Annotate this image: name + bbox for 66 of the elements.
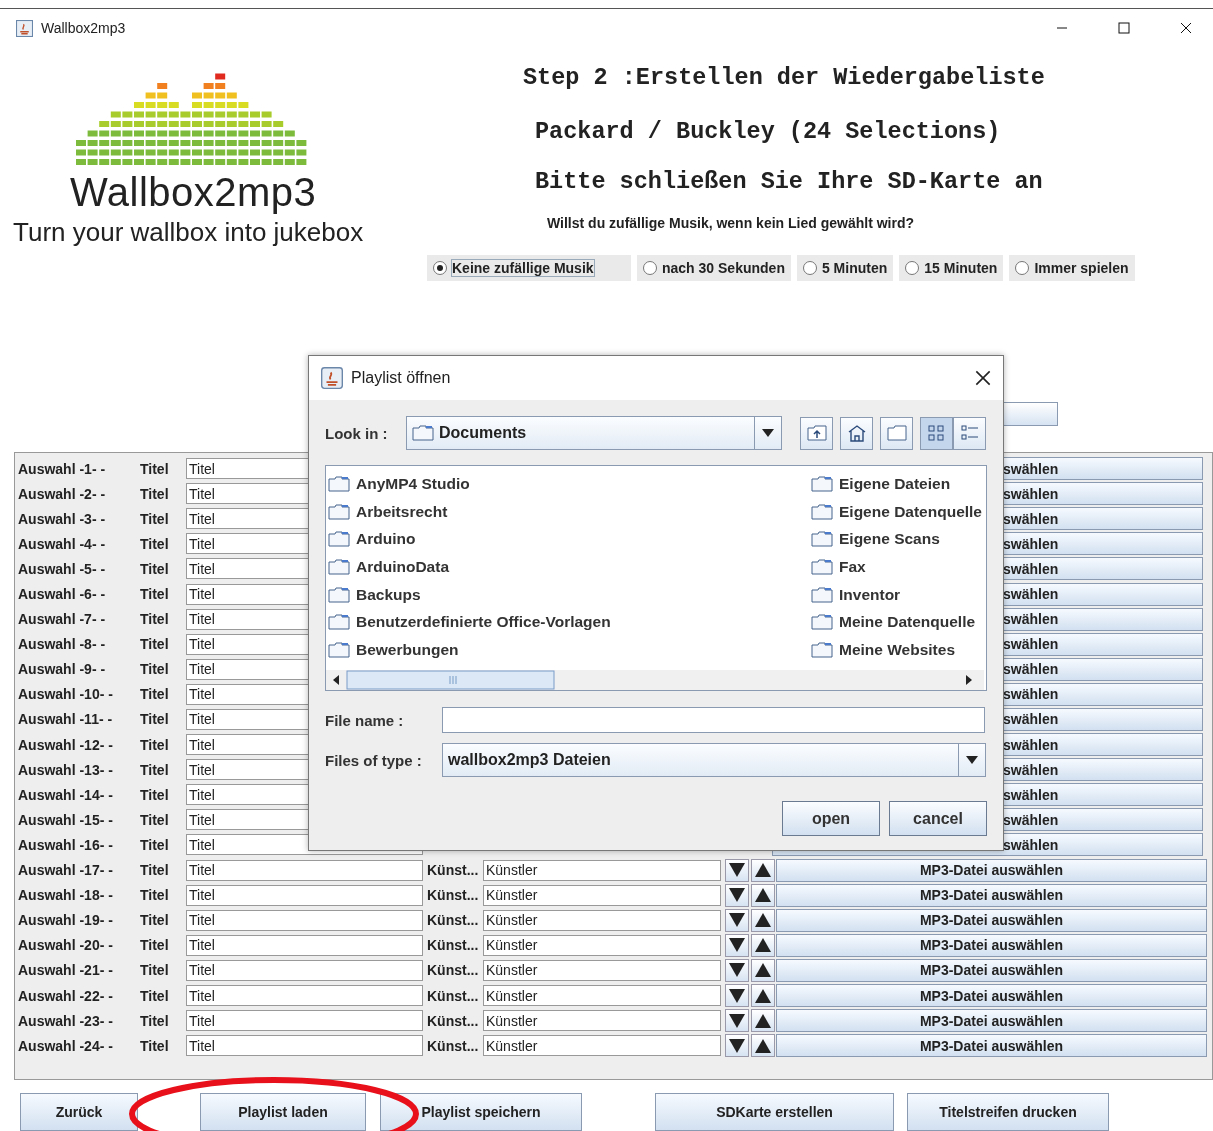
field-label: Titel	[140, 937, 170, 954]
field-label: File name :	[325, 711, 405, 729]
row-label: Auswahl -3- -	[17, 510, 107, 527]
field-label: Künst...	[426, 887, 480, 904]
row-label: Auswahl -17- -	[17, 862, 114, 879]
field-label: Titel	[140, 1012, 170, 1029]
field-label: Titel	[140, 510, 170, 527]
field-label: Titel	[140, 811, 170, 828]
row-label: Auswahl -21- -	[17, 962, 114, 979]
field-label: Künst...	[426, 962, 480, 979]
field-label: Künst...	[426, 862, 480, 879]
field-label: Titel	[140, 836, 170, 853]
field-label: Künst...	[426, 1012, 480, 1029]
field-label: Künst...	[426, 912, 480, 929]
row-label: Auswahl -12- -	[17, 736, 114, 753]
row-label: Auswahl -1- -	[17, 460, 107, 477]
row-label: Auswahl -22- -	[17, 987, 114, 1004]
window-title: Wallbox2mp3	[41, 20, 126, 36]
field-label: Titel	[140, 460, 170, 477]
row-label: Auswahl -7- -	[17, 611, 107, 628]
field-label: Titel	[140, 586, 170, 602]
row-label: Auswahl -5- -	[17, 560, 107, 577]
row-label: Auswahl -13- -	[17, 761, 114, 778]
question-text: Willst du zufällige Musik, wenn kein Lied gewählt wird?	[547, 215, 916, 231]
field-label: Titel	[140, 736, 170, 753]
row-label: Auswahl -4- -	[17, 535, 107, 552]
field-label: Titel	[140, 786, 170, 803]
field-label: Titel	[140, 987, 170, 1004]
field-label: Titel	[140, 636, 170, 653]
row-label: Auswahl -24- -	[17, 1037, 114, 1054]
dialog-title: Playlist öffnen	[351, 369, 451, 387]
field-label: Titel	[140, 611, 170, 628]
row-label: Auswahl -15- -	[17, 811, 114, 828]
logo-tagline: Turn your wallbox into jukebox	[13, 216, 364, 249]
field-label: Titel	[140, 761, 170, 778]
field-label: Titel	[140, 862, 170, 879]
field-label: Titel	[140, 485, 170, 502]
row-label: Auswahl -16- -	[17, 836, 114, 853]
row-label: Auswahl -9- -	[17, 661, 107, 678]
row-label: Auswahl -10- -	[17, 686, 114, 703]
row-label: Auswahl -23- -	[17, 1012, 114, 1029]
logo-name: Wallbox2mp3	[70, 169, 317, 215]
row-label: Auswahl -2- -	[17, 485, 107, 502]
row-label: Auswahl -11- -	[17, 711, 114, 728]
row-label: Auswahl -8- -	[17, 636, 107, 653]
field-label: Titel	[140, 887, 170, 904]
row-label: Auswahl -14- -	[17, 786, 114, 803]
field-label: Titel	[140, 962, 170, 979]
field-label: Titel	[140, 912, 170, 929]
field-label: Künst...	[426, 987, 480, 1004]
field-label: Titel	[140, 560, 170, 577]
field-label: Künst...	[426, 1037, 480, 1054]
row-label: Auswahl -19- -	[17, 912, 114, 929]
field-label: Titel	[140, 711, 170, 728]
field-label: Look in :	[325, 424, 389, 442]
field-label: Titel	[140, 661, 170, 678]
row-label: Auswahl -20- -	[17, 937, 114, 954]
field-label: Künst...	[426, 937, 480, 954]
field-label: Titel	[140, 1037, 170, 1054]
row-label: Auswahl -6- -	[17, 586, 107, 602]
step-heading: Bitte schließen Sie Ihre SD-Karte an	[535, 167, 1044, 197]
field-label: Titel	[140, 686, 170, 703]
row-label: Auswahl -18- -	[17, 887, 114, 904]
step-heading: Packard / Buckley (24 Selections)	[535, 117, 1002, 147]
field-label: Titel	[140, 535, 170, 552]
step-heading: Step 2 :Erstellen der Wiedergabeliste	[523, 63, 1046, 93]
